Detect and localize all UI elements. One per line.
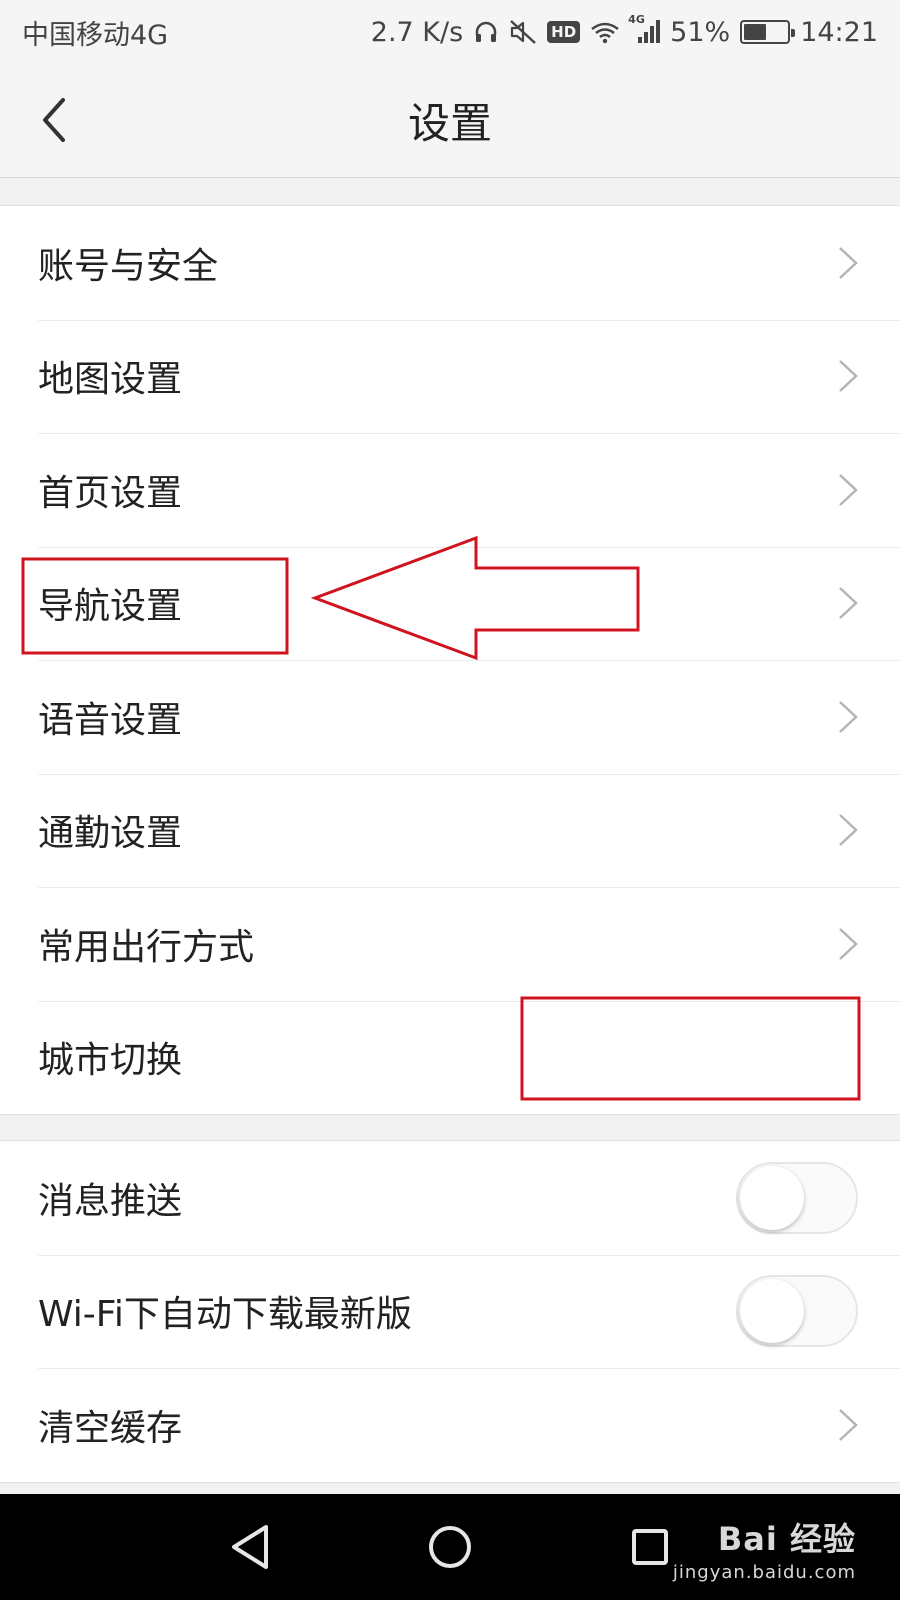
- settings-list-secondary: 消息推送 Wi-Fi下自动下载最新版 清空缓存: [0, 1140, 900, 1483]
- toggle-knob: [740, 1279, 804, 1344]
- settings-item-homepage[interactable]: 首页设置: [0, 433, 900, 547]
- wifi-icon: [590, 20, 620, 44]
- clock: 14:21: [800, 16, 878, 48]
- chevron-right-icon: [818, 1395, 878, 1455]
- headphones-icon: [473, 19, 499, 45]
- settings-item-label: Wi-Fi下自动下载最新版: [38, 1294, 412, 1336]
- triangle-back-icon: [232, 1525, 268, 1569]
- settings-item-map[interactable]: 地图设置: [0, 319, 900, 434]
- wifi-download-toggle[interactable]: [736, 1275, 858, 1348]
- settings-item-label: 首页设置: [38, 472, 183, 514]
- back-arrow-icon: [43, 98, 65, 142]
- status-icons: 2.7 K/s HD 4G 51% 14:21: [370, 13, 878, 48]
- baidu-jingyan-watermark: Bai 经验 jingyan.baidu.com: [673, 1514, 856, 1583]
- settings-item-travel-mode[interactable]: 常用出行方式: [0, 887, 900, 1001]
- settings-item-push: 消息推送: [0, 1141, 900, 1255]
- network-speed: 2.7 K/s: [370, 16, 464, 48]
- circle-home-icon: [429, 1526, 471, 1568]
- chevron-right-icon: [818, 914, 878, 974]
- carrier-name: 中国移动4G: [22, 19, 169, 51]
- settings-item-label: 常用出行方式: [38, 926, 255, 968]
- hd-badge: HD: [547, 21, 581, 43]
- settings-item-label: 城市切换: [38, 1040, 183, 1082]
- settings-item-label: 通勤设置: [38, 813, 183, 855]
- settings-item-label: 语音设置: [38, 699, 183, 741]
- chevron-right-icon: [818, 460, 878, 520]
- chevron-right-icon: [818, 800, 878, 860]
- watermark-domain: jingyan.baidu.com: [672, 1562, 856, 1583]
- settings-item-label: 清空缓存: [38, 1407, 183, 1449]
- settings-item-wifi-download: Wi-Fi下自动下载最新版: [0, 1254, 900, 1369]
- system-navigation-bar: Bai 经验 jingyan.baidu.com: [0, 1494, 900, 1600]
- square-recents-icon: [632, 1529, 668, 1565]
- battery-icon: [740, 20, 796, 44]
- chevron-right-icon: [818, 573, 878, 633]
- settings-item-navigation[interactable]: 导航设置: [0, 546, 900, 661]
- settings-item-city-switch[interactable]: 城市切换: [0, 1000, 900, 1115]
- push-toggle[interactable]: [736, 1161, 858, 1234]
- settings-item-label: 导航设置: [38, 586, 183, 628]
- network-type: 4G: [628, 13, 645, 26]
- settings-item-label: 地图设置: [38, 359, 183, 401]
- settings-item-label: 账号与安全: [38, 245, 219, 287]
- chevron-right-icon: [818, 346, 878, 406]
- signal-icon: 4G: [628, 13, 661, 45]
- battery-percent: 51%: [670, 16, 731, 48]
- page-title: 设置: [407, 99, 492, 148]
- nav-header: 设置: [0, 64, 900, 178]
- mute-icon: [509, 19, 537, 45]
- status-bar: 中国移动4G 2.7 K/s HD 4G 51% 14:21: [0, 0, 900, 64]
- settings-list-primary: 账号与安全 地图设置 首页设置 导航设置 语音设置 通勤设置 常用出行方式 城市…: [0, 205, 900, 1115]
- battery-fill: [744, 24, 766, 40]
- settings-item-voice[interactable]: 语音设置: [0, 660, 900, 774]
- toggle-knob: [740, 1165, 804, 1230]
- system-back-button[interactable]: [215, 1512, 285, 1582]
- system-home-button[interactable]: [415, 1512, 485, 1582]
- watermark-brand: Bai 经验: [717, 1520, 856, 1558]
- chevron-right-icon: [818, 233, 878, 293]
- settings-item-account-security[interactable]: 账号与安全: [0, 206, 900, 320]
- back-button[interactable]: [24, 90, 84, 150]
- settings-item-clear-cache[interactable]: 清空缓存: [0, 1368, 900, 1482]
- settings-item-commute[interactable]: 通勤设置: [0, 773, 900, 888]
- chevron-right-icon: [818, 687, 878, 747]
- settings-item-label: 消息推送: [38, 1180, 183, 1222]
